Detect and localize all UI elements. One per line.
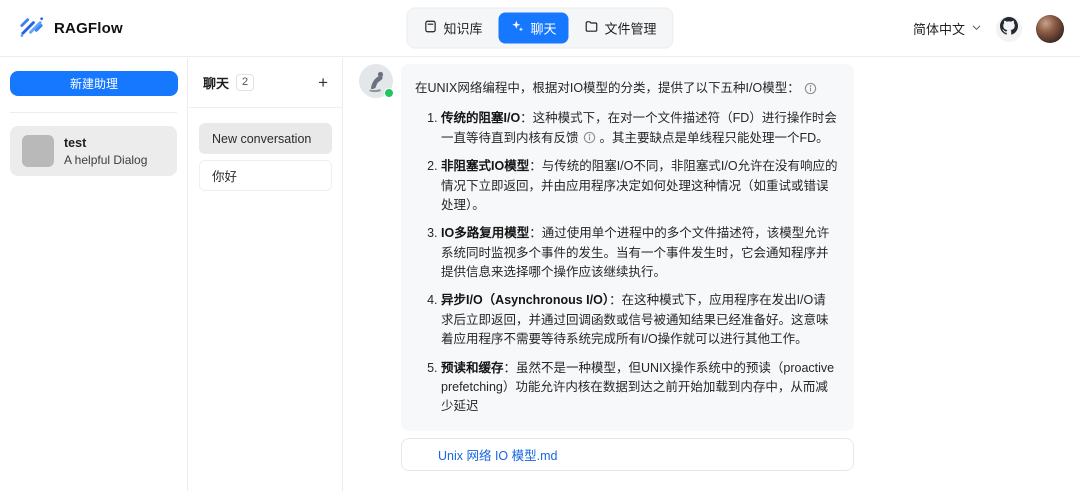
new-assistant-button[interactable]: 新建助理 [10,71,178,96]
conversation-header: 聊天 2 + [189,58,342,92]
new-conversation-button[interactable]: + [318,75,328,91]
top-header: RAGFlow 知识库 聊天 [0,0,1080,57]
tab-label: 知识库 [443,19,482,38]
tab-knowledge-base[interactable]: 知识库 [411,13,494,44]
ragflow-app: RAGFlow 知识库 聊天 [0,0,1080,491]
folder-icon [585,20,599,37]
assistant-message-row: 在UNIX网络编程中，根据对IO模型的分类，提供了以下五种I/O模型： 传统的阻… [359,64,1080,431]
sidebar-divider [10,112,177,113]
conversation-count-badge: 2 [236,74,254,91]
list-item: 传统的阻塞I/O：这种模式下，在对一个文件描述符（FD）进行操作时会一直等待直到… [441,109,838,148]
github-icon [1000,17,1018,40]
attachment-filename: Unix 网络 IO 模型.md [438,445,557,464]
list-item: 异步I/O（Asynchronous I/O）：在这种模式下，应用程序在发出I/… [441,291,838,349]
item-term: 传统的阻塞I/O [441,111,520,125]
list-item: IO多路复用模型：通过使用单个进程中的多个文件描述符，该模型允许系统同时监视多个… [441,224,838,282]
item-term: 预读和缓存 [441,361,504,375]
item-term: 异步I/O（Asynchronous I/O） [441,293,609,307]
list-item: 预读和缓存：虽然不是一种模型，但UNIX操作系统中的预读（proactive p… [441,359,838,417]
item-term: IO多路复用模型 [441,226,529,240]
ragflow-logo-icon [18,12,45,44]
language-selector[interactable]: 简体中文 [913,19,982,38]
tab-chat[interactable]: 聊天 [498,13,568,44]
conversation-label: New conversation [212,132,311,146]
main-nav: 知识库 聊天 文件管理 [406,8,673,49]
intro-text: 在UNIX网络编程中，根据对IO模型的分类，提供了以下五种I/O模型： [415,79,800,98]
chat-sparkle-icon [510,20,524,37]
assistant-avatar [22,135,54,167]
tab-file-management[interactable]: 文件管理 [573,13,669,44]
assistant-description: A helpful Dialog [64,153,147,167]
assistant-sidebar: 新建助理 test A helpful Dialog [0,58,188,491]
app-title: RAGFlow [54,20,123,37]
tab-label: 文件管理 [605,19,657,38]
assistant-name: test [64,136,147,150]
conversation-item[interactable]: New conversation [199,123,332,154]
conversation-panel: 聊天 2 + New conversation 你好 [189,58,343,491]
assistant-texts: test A helpful Dialog [64,136,147,167]
conversation-list: New conversation 你好 [189,108,342,191]
user-avatar[interactable] [1036,15,1064,43]
brand[interactable]: RAGFlow [18,12,123,44]
assistant-item-test[interactable]: test A helpful Dialog [10,126,177,176]
chevron-down-icon [971,21,982,36]
list-item: 非阻塞式IO模型：与传统的阻塞I/O不同，非阻塞式I/O允许在没有响应的情况下立… [441,157,838,215]
assistant-message-avatar [359,64,393,98]
message-intro: 在UNIX网络编程中，根据对IO模型的分类，提供了以下五种I/O模型： [415,79,838,98]
conversation-item[interactable]: 你好 [199,160,332,191]
chat-area: 在UNIX网络编程中，根据对IO模型的分类，提供了以下五种I/O模型： 传统的阻… [344,58,1080,491]
tab-label: 聊天 [530,19,556,38]
info-icon[interactable] [804,82,817,95]
item-text: 。其主要缺点是单线程只能处理一个FD。 [600,131,829,145]
item-term: 非阻塞式IO模型 [441,159,529,173]
conversation-label: 你好 [212,166,237,185]
language-label: 简体中文 [913,19,965,38]
info-icon[interactable] [583,131,596,144]
header-right: 简体中文 [913,0,1064,57]
online-status-dot [384,88,394,98]
attachment-card[interactable]: Unix 网络 IO 模型.md [401,438,854,471]
io-model-list: 传统的阻塞I/O：这种模式下，在对一个文件描述符（FD）进行操作时会一直等待直到… [415,109,838,416]
knowledge-base-icon [423,20,437,37]
github-button[interactable] [996,16,1022,42]
conversation-title: 聊天 [203,73,229,92]
assistant-message-bubble: 在UNIX网络编程中，根据对IO模型的分类，提供了以下五种I/O模型： 传统的阻… [401,64,854,431]
